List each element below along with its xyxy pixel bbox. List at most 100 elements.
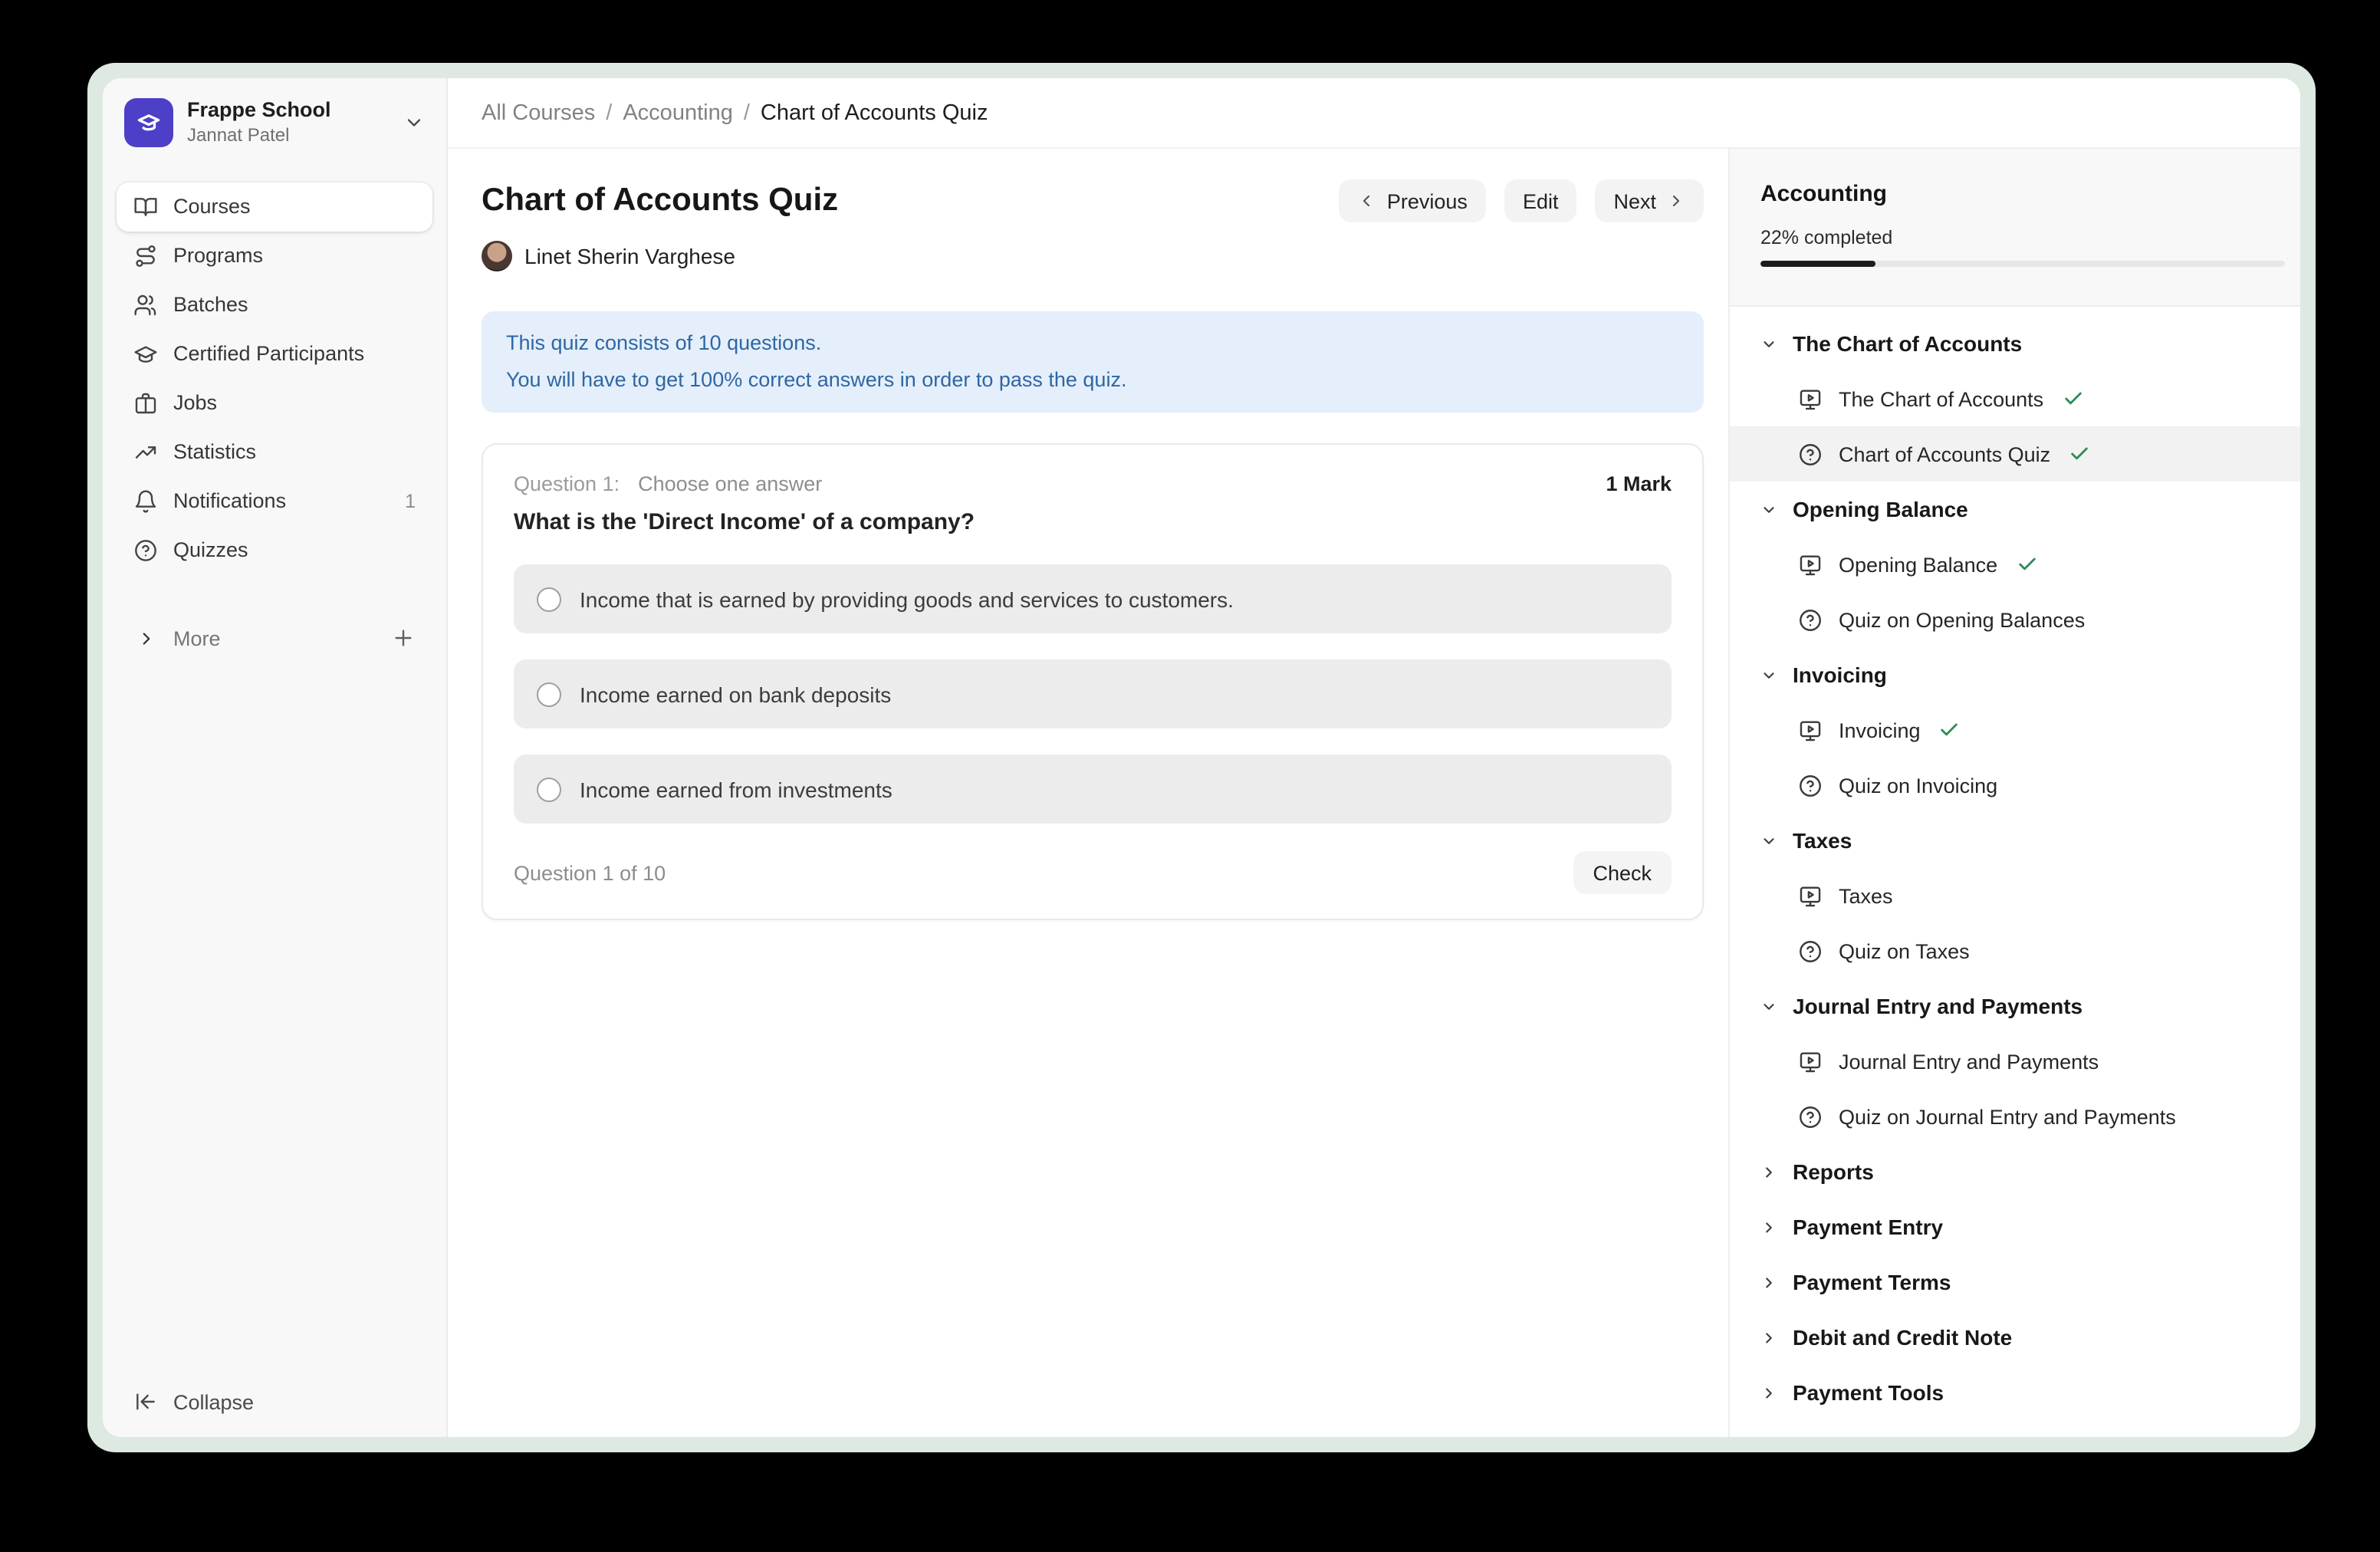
chevron-right-icon [1760, 1329, 1777, 1346]
check-icon [2069, 443, 2090, 465]
app-window-frame: Frappe School Jannat Patel Courses [87, 63, 2316, 1452]
check-button[interactable]: Check [1573, 851, 1672, 894]
workspace-user: Jannat Patel [187, 124, 390, 147]
outline-row[interactable]: Invoicing [1730, 702, 2300, 758]
sidebar-item-label: Jobs [173, 391, 217, 416]
outline-row[interactable]: Payment Tools [1730, 1365, 2300, 1420]
sidebar-item-jobs[interactable]: Jobs [117, 379, 432, 428]
outline-row[interactable]: Quiz on Taxes [1730, 923, 2300, 978]
app-window: Frappe School Jannat Patel Courses [103, 78, 2300, 1437]
next-button[interactable]: Next [1595, 179, 1704, 222]
answer-option-1[interactable]: Income that is earned by providing goods… [514, 564, 1672, 633]
outline-row[interactable]: Opening Balance [1730, 537, 2300, 592]
course-progress-fill [1760, 261, 1875, 267]
outline-row[interactable]: Quiz on Opening Balances [1730, 592, 2300, 647]
sidebar-item-label: Statistics [173, 440, 256, 465]
main-content: Chart of Accounts Quiz Previous Edit [448, 149, 1728, 1437]
monitor-play-icon [1797, 883, 1823, 909]
breadcrumb-accounting[interactable]: Accounting [623, 100, 733, 125]
outline-row[interactable]: Payment Terms [1730, 1254, 2300, 1310]
course-progress-bar [1760, 261, 2285, 267]
outline-item-label: Invoicing [1793, 663, 1887, 687]
workspace-title: Frappe School [187, 98, 390, 123]
trending-up-icon [133, 440, 158, 465]
help-circle-icon [1797, 1103, 1823, 1129]
monitor-play-icon [1797, 1048, 1823, 1074]
outline-row[interactable]: The Chart of Accounts [1730, 371, 2300, 426]
chevron-down-icon [1760, 666, 1777, 683]
sidebar-item-statistics[interactable]: Statistics [117, 428, 432, 477]
outline-row[interactable]: The Chart of Accounts [1730, 316, 2300, 371]
outline-row[interactable]: Taxes [1730, 813, 2300, 868]
answer-option-2[interactable]: Income earned on bank deposits [514, 659, 1672, 728]
sidebar-item-certified-participants[interactable]: Certified Participants [117, 330, 432, 379]
outline-item-label: Quiz on Opening Balances [1839, 608, 2085, 631]
outline-row[interactable]: Payment Entry [1730, 1199, 2300, 1254]
chevron-right-icon [1667, 192, 1685, 210]
graduation-cap-icon [133, 342, 158, 367]
outline-row[interactable]: Chart of Accounts Quiz [1730, 426, 2300, 482]
outline-item-label: Quiz on Taxes [1839, 939, 1970, 962]
notification-count: 1 [405, 491, 416, 512]
breadcrumb: All Courses / Accounting / Chart of Acco… [448, 78, 2300, 149]
sidebar-more[interactable]: More [117, 615, 432, 661]
outline-item-label: Invoicing [1839, 718, 1921, 741]
main-column: All Courses / Accounting / Chart of Acco… [448, 78, 2300, 1437]
outline-row[interactable]: Invoicing [1730, 647, 2300, 702]
radio-icon[interactable] [537, 777, 561, 801]
radio-icon[interactable] [537, 682, 561, 706]
outline-item-label: Opening Balance [1793, 497, 1968, 521]
outline-row[interactable]: Taxes [1730, 868, 2300, 923]
edit-button[interactable]: Edit [1504, 179, 1577, 222]
users-icon [133, 293, 158, 317]
outline-row[interactable]: Quiz on Invoicing [1730, 758, 2300, 813]
chevron-right-icon [1760, 1218, 1777, 1235]
outline-row[interactable]: Opening Balance [1730, 482, 2300, 537]
chevron-down-icon[interactable] [403, 112, 425, 133]
course-title: Accounting [1760, 179, 2285, 210]
sidebar-item-programs[interactable]: Programs [117, 232, 432, 281]
outline-item-label: Payment Terms [1793, 1270, 1951, 1294]
outline-row[interactable]: Journal Entry and Payments [1730, 1034, 2300, 1089]
more-label: More [173, 626, 221, 649]
sidebar-item-notifications[interactable]: Notifications 1 [117, 477, 432, 526]
outline-item-label: Taxes [1793, 828, 1852, 853]
plus-icon[interactable] [391, 626, 416, 650]
title-row: Chart of Accounts Quiz Previous Edit [482, 179, 1704, 222]
help-circle-icon [1797, 607, 1823, 633]
graduation-cap-logo-icon [133, 107, 164, 138]
sidebar-item-courses[interactable]: Courses [117, 182, 432, 232]
question-footer: Question 1 of 10 Check [514, 851, 1672, 894]
outline-item-label: Reports [1793, 1159, 1874, 1184]
question-header: Question 1: Choose one answer 1 Mark [514, 472, 1672, 495]
sidebar-item-quizzes[interactable]: Quizzes [117, 526, 432, 575]
outline-item-label: Journal Entry and Payments [1839, 1050, 2099, 1073]
book-open-icon [133, 195, 158, 219]
question-card: Question 1: Choose one answer 1 Mark Wha… [482, 443, 1704, 920]
outline-row[interactable]: Journal Entry and Payments [1730, 978, 2300, 1034]
answer-option-3[interactable]: Income earned from investments [514, 755, 1672, 824]
monitor-play-icon [1797, 551, 1823, 577]
outline-item-label: Chart of Accounts Quiz [1839, 442, 2050, 465]
arrow-left-to-line-icon [133, 1389, 158, 1414]
workspace-switcher[interactable]: Frappe School Jannat Patel [103, 78, 446, 163]
collapse-label: Collapse [173, 1390, 254, 1413]
outline-row[interactable]: Quiz on Journal Entry and Payments [1730, 1089, 2300, 1144]
previous-button[interactable]: Previous [1340, 179, 1486, 222]
course-outline-panel: Accounting 22% completed [1728, 149, 2300, 1437]
outline-item-label: The Chart of Accounts [1839, 387, 2043, 410]
sidebar-collapse-button[interactable]: Collapse [103, 1366, 446, 1437]
sidebar-item-label: Batches [173, 293, 248, 317]
breadcrumb-all-courses[interactable]: All Courses [482, 100, 595, 125]
radio-icon[interactable] [537, 587, 561, 611]
check-icon [2016, 554, 2037, 575]
outline-item-label: Quiz on Journal Entry and Payments [1839, 1105, 2176, 1128]
left-sidebar: Frappe School Jannat Patel Courses [103, 78, 448, 1437]
frappe-school-logo [124, 98, 173, 147]
outline-row[interactable]: Reports [1730, 1144, 2300, 1199]
outline-item-label: Payment Tools [1793, 1380, 1944, 1405]
outline-row[interactable]: Debit and Credit Note [1730, 1310, 2300, 1365]
page: Frappe School Jannat Patel Courses [0, 0, 2380, 1552]
sidebar-item-batches[interactable]: Batches [117, 281, 432, 330]
help-circle-icon [133, 538, 158, 563]
